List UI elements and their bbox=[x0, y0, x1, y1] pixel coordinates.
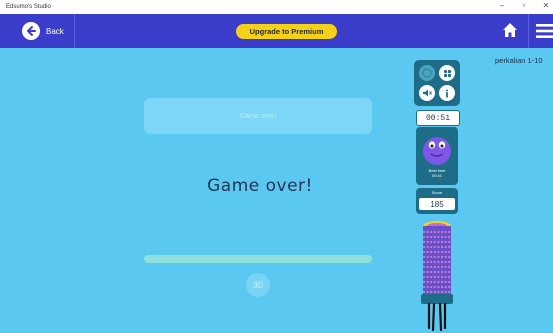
minimize-button[interactable]: – bbox=[497, 1, 507, 10]
countdown-circle: 30 bbox=[246, 273, 270, 297]
app-header: Back Upgrade to Premium bbox=[0, 14, 553, 48]
info-icon[interactable] bbox=[439, 85, 455, 101]
controls-panel bbox=[414, 60, 460, 106]
window-titlebar: Edsumo's Studio – ▫ ✕ bbox=[0, 0, 553, 14]
hamburger-menu-icon[interactable] bbox=[536, 23, 553, 39]
window-title: Edsumo's Studio bbox=[6, 4, 51, 10]
monster-panel: Best time 00:41 bbox=[416, 127, 458, 185]
back-button[interactable]: Back bbox=[22, 22, 64, 40]
close-button[interactable]: ✕ bbox=[541, 1, 551, 10]
back-arrow-icon bbox=[22, 22, 40, 40]
emoji-icon[interactable] bbox=[419, 65, 435, 81]
grid-icon[interactable] bbox=[439, 65, 455, 81]
game-over-text: Game over! bbox=[207, 176, 313, 196]
header-divider bbox=[74, 14, 75, 48]
best-time: Best time 00:41 bbox=[416, 168, 458, 178]
score-label: Score bbox=[431, 190, 443, 195]
header-divider bbox=[528, 14, 529, 48]
home-icon[interactable] bbox=[502, 22, 518, 38]
upgrade-premium-button[interactable]: Upgrade to Premium bbox=[236, 24, 337, 39]
best-time-value: 00:41 bbox=[431, 173, 442, 178]
category-label: perkalian 1-10 bbox=[495, 56, 543, 65]
progress-tower-icon bbox=[421, 221, 453, 332]
score-value: 185 bbox=[419, 198, 455, 210]
timer-display: 00:51 bbox=[416, 110, 460, 126]
monster-avatar-icon bbox=[423, 137, 451, 165]
progress-bar bbox=[144, 255, 372, 263]
sound-icon[interactable] bbox=[419, 85, 435, 101]
score-panel: Score 185 bbox=[416, 188, 458, 214]
question-box: Game over! bbox=[144, 98, 372, 134]
window-controls: – ▫ ✕ bbox=[497, 1, 551, 10]
back-label: Back bbox=[46, 26, 64, 36]
maximize-button[interactable]: ▫ bbox=[519, 1, 529, 10]
